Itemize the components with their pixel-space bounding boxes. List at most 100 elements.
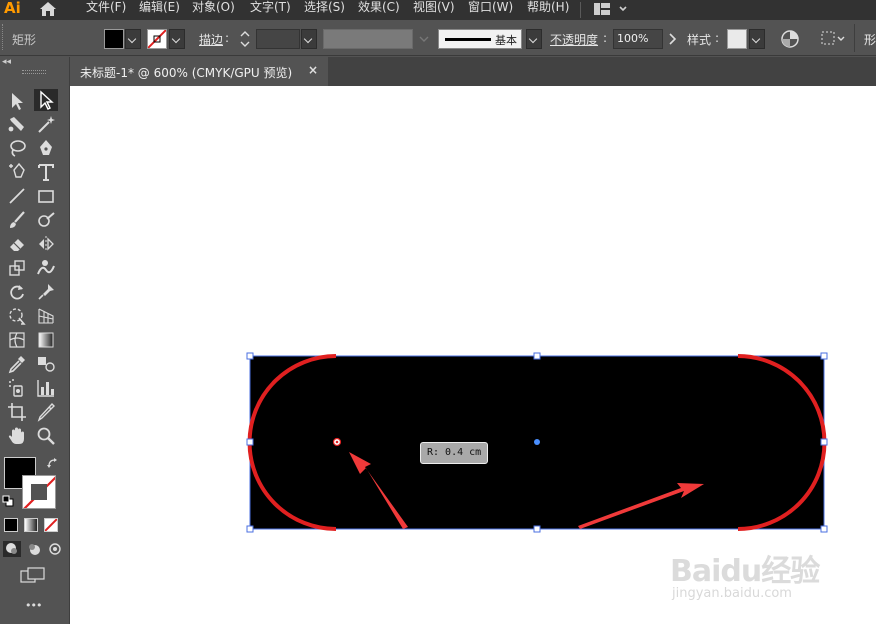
menu-help[interactable]: 帮助(H) xyxy=(527,0,569,20)
puppet-warp-tool-icon[interactable] xyxy=(34,281,58,303)
brush-dropdown[interactable] xyxy=(526,29,542,49)
swap-fill-stroke-icon[interactable] xyxy=(46,457,60,471)
menu-view[interactable]: 视图(V) xyxy=(413,0,455,20)
paintbrush-tool-icon[interactable] xyxy=(5,209,29,231)
artboard-canvas[interactable]: R: 0.4 cm Baidu经验 jingyan.baidu.com xyxy=(70,86,876,624)
shape-properties-label[interactable]: 形 xyxy=(864,31,876,48)
direct-selection-tool-icon[interactable] xyxy=(34,89,58,111)
edit-toolbar-icon[interactable]: ••• xyxy=(25,599,42,612)
eyedropper-tool-icon[interactable] xyxy=(5,353,29,375)
graphic-style-swatch[interactable] xyxy=(727,29,747,49)
document-tab-title: 未标题-1* @ 600% (CMYK/GPU 预览) xyxy=(80,66,293,80)
perspective-grid-tool-icon[interactable] xyxy=(34,305,58,327)
default-fill-stroke-icon[interactable] xyxy=(2,495,14,507)
eraser-tool-icon[interactable] xyxy=(5,233,29,255)
stroke-label[interactable]: 描边 xyxy=(199,31,223,48)
color-mode-button[interactable] xyxy=(4,518,18,532)
collapse-panel-icon[interactable]: ◂◂ xyxy=(2,57,11,67)
baidu-watermark: Baidu经验 jingyan.baidu.com xyxy=(670,526,870,624)
line-segment-tool-icon[interactable] xyxy=(5,185,29,207)
workspace-switcher-icon[interactable] xyxy=(594,1,630,17)
menu-window[interactable]: 窗口(W) xyxy=(468,0,513,20)
magic-wand-tool-icon[interactable] xyxy=(34,113,58,135)
none-mode-button[interactable] xyxy=(44,518,58,532)
mesh-tool-icon[interactable] xyxy=(5,329,29,351)
reflect-tool-icon[interactable] xyxy=(34,233,58,255)
control-bar-grip xyxy=(2,24,6,50)
slice-tool-icon[interactable] xyxy=(34,401,58,423)
stroke-swatch[interactable] xyxy=(147,29,167,49)
graphic-style-dropdown[interactable] xyxy=(749,29,765,49)
style-label-colon: : xyxy=(715,31,720,45)
handle-top-right[interactable] xyxy=(820,352,828,360)
menu-type[interactable]: 文字(T) xyxy=(250,0,291,20)
add-anchor-point-tool-icon[interactable] xyxy=(5,161,29,183)
radius-tooltip: R: 0.4 cm xyxy=(420,442,489,464)
brush-profile-label: 基本 xyxy=(495,34,517,47)
variable-width-profile[interactable] xyxy=(323,29,413,49)
rectangle-tool-icon[interactable] xyxy=(34,185,58,207)
style-label: 样式 xyxy=(687,33,712,47)
handle-bottom-left[interactable] xyxy=(246,525,254,533)
live-corner-widget-dot xyxy=(335,440,339,444)
stroke-weight-input[interactable] xyxy=(256,29,300,49)
scale-tool-icon[interactable] xyxy=(5,257,29,279)
fill-dropdown[interactable] xyxy=(125,29,141,49)
opacity-label[interactable]: 不透明度 xyxy=(550,31,598,48)
align-options-icon[interactable] xyxy=(820,29,846,49)
profile-disabled-dropdown-icon xyxy=(419,36,429,42)
brush-definition-field[interactable]: 基本 xyxy=(438,29,522,49)
tools-panel-grip[interactable] xyxy=(22,70,46,74)
opacity-expand-icon[interactable] xyxy=(666,30,680,48)
draw-behind-icon[interactable] xyxy=(25,541,43,557)
menu-object[interactable]: 对象(O) xyxy=(192,0,235,20)
artboard-tool-icon[interactable] xyxy=(5,401,29,423)
lasso-tool-icon[interactable] xyxy=(5,137,29,159)
handle-top-center[interactable] xyxy=(533,352,541,360)
home-icon[interactable] xyxy=(38,0,58,18)
curvature-tool-icon[interactable] xyxy=(5,113,29,135)
brush-stroke-preview xyxy=(445,38,491,41)
rotate-tool-icon[interactable] xyxy=(5,281,29,303)
hand-tool-icon[interactable] xyxy=(5,425,29,447)
shaper-tool-icon[interactable] xyxy=(34,209,58,231)
stroke-dropdown[interactable] xyxy=(169,29,185,49)
menu-select[interactable]: 选择(S) xyxy=(304,0,345,20)
handle-bottom-center[interactable] xyxy=(533,525,541,533)
handle-middle-right[interactable] xyxy=(820,438,828,446)
handle-middle-left[interactable] xyxy=(246,438,254,446)
blend-tool-icon[interactable] xyxy=(34,353,58,375)
fill-swatch[interactable] xyxy=(104,29,124,49)
watermark-url: jingyan.baidu.com xyxy=(672,586,792,601)
document-tab-bar: 未标题-1* @ 600% (CMYK/GPU 预览) × xyxy=(70,57,876,86)
type-tool-icon[interactable] xyxy=(34,161,58,183)
pen-tool-icon[interactable] xyxy=(34,137,58,159)
document-tab[interactable]: 未标题-1* @ 600% (CMYK/GPU 预览) × xyxy=(70,57,328,86)
stroke-weight-stepper-icon[interactable] xyxy=(238,28,252,50)
control-bar: 矩形 描边 : 基本 不透明度 : 100% 样式 : 形 xyxy=(0,20,876,56)
selection-tool-icon[interactable] xyxy=(5,90,29,112)
free-transform-tool-icon[interactable] xyxy=(5,305,29,327)
zoom-tool-icon[interactable] xyxy=(34,425,58,447)
menu-edit[interactable]: 编辑(E) xyxy=(139,0,180,20)
stroke-color-swatch[interactable] xyxy=(22,475,56,509)
stroke-weight-dropdown[interactable] xyxy=(301,29,317,49)
close-tab-icon[interactable]: × xyxy=(308,63,318,77)
screen-mode-icon[interactable] xyxy=(20,567,46,585)
handle-top-left[interactable] xyxy=(246,352,254,360)
draw-normal-icon[interactable] xyxy=(3,541,21,557)
warp-tool-icon[interactable] xyxy=(34,257,58,279)
gradient-mode-button[interactable] xyxy=(24,518,38,532)
column-graph-tool-icon[interactable] xyxy=(34,377,58,399)
menu-separator xyxy=(580,2,581,18)
menu-effect[interactable]: 效果(C) xyxy=(358,0,400,20)
gradient-tool-icon[interactable] xyxy=(34,329,58,351)
recolor-artwork-icon[interactable] xyxy=(780,29,800,49)
opacity-input[interactable]: 100% xyxy=(613,29,663,49)
menu-file[interactable]: 文件(F) xyxy=(86,0,126,20)
opacity-label-colon: : xyxy=(603,31,608,45)
draw-inside-icon[interactable] xyxy=(46,541,64,557)
symbol-sprayer-tool-icon[interactable] xyxy=(5,377,29,399)
watermark-brand: Baidu经验 xyxy=(670,554,820,589)
stroke-label-colon: : xyxy=(225,31,230,45)
